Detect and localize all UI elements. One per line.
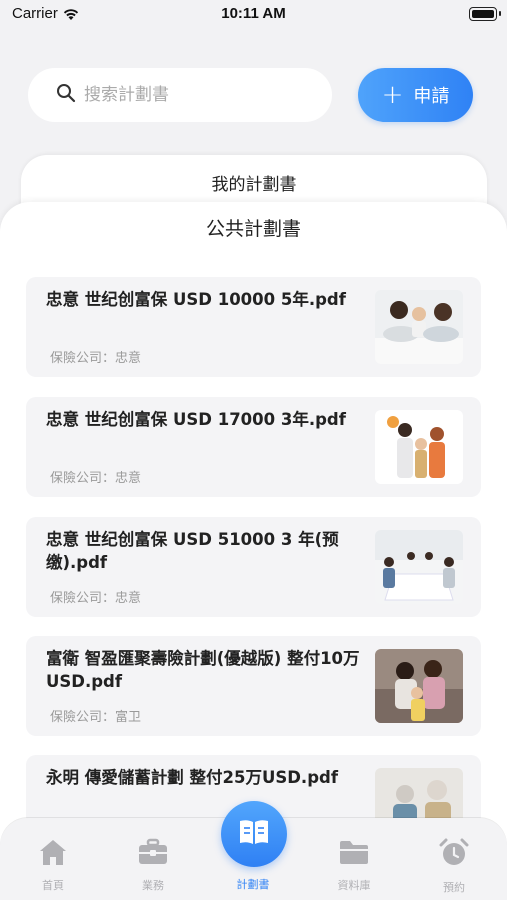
plans-center-button[interactable] <box>221 801 287 867</box>
family-standing-photo <box>375 410 463 484</box>
plan-company: 保險公司：忠意 <box>50 471 142 486</box>
tab-plans[interactable]: 計劃書 <box>213 876 293 892</box>
plan-company: 保險公司：忠意 <box>50 591 142 606</box>
tab-database-label: 資料庫 <box>337 879 371 892</box>
plus-icon: + <box>381 80 404 110</box>
apply-button[interactable]: + 申請 <box>358 68 473 122</box>
tab-business-label: 業務 <box>142 879 164 892</box>
tab-plans-label: 計劃書 <box>236 878 270 891</box>
plan-card[interactable]: 忠意 世纪创富保 USD 17000 3年.pdf 保險公司：忠意 <box>26 397 481 497</box>
plan-title: 富衛 智盈匯聚壽險計劃(優越版) 整付10万USD.pdf <box>46 649 360 691</box>
tab-home-label: 首頁 <box>42 879 64 892</box>
alarm-clock-icon <box>438 838 470 871</box>
briefcase-icon <box>137 838 169 869</box>
tab-public-plans-label[interactable]: 公共計劃書 <box>0 202 507 241</box>
public-plans-sheet: 公共計劃書 忠意 世纪创富保 USD 10000 5年.pdf 保險公司：忠意 … <box>0 202 507 900</box>
plan-title: 忠意 世纪创富保 USD 10000 5年.pdf <box>46 290 346 309</box>
plan-title: 忠意 世纪创富保 USD 51000 3 年(预缴).pdf <box>46 530 339 572</box>
plan-title: 永明 傳愛儲蓄計劃 整付25万USD.pdf <box>46 768 338 787</box>
plan-company: 保險公司：忠意 <box>50 351 142 366</box>
folder-icon <box>338 841 370 869</box>
apply-button-label: 申請 <box>413 86 450 107</box>
status-bar: Carrier 10:11 AM <box>0 0 507 30</box>
family-sofa-photo <box>375 649 463 723</box>
tab-home[interactable]: 首頁 <box>13 838 93 893</box>
meeting-room-photo <box>375 530 463 604</box>
search-bar[interactable] <box>28 68 332 122</box>
clock-time: 10:11 AM <box>221 5 286 22</box>
family-lying-photo <box>375 290 463 364</box>
plan-card[interactable]: 忠意 世纪创富保 USD 51000 3 年(预缴).pdf 保險公司：忠意 <box>26 517 481 617</box>
home-icon <box>38 840 68 869</box>
plan-title: 忠意 世纪创富保 USD 17000 3年.pdf <box>46 410 346 429</box>
search-input[interactable] <box>84 85 304 105</box>
tab-my-plans-label: 我的計劃書 <box>211 175 297 195</box>
book-icon <box>237 818 271 850</box>
plan-card[interactable]: 忠意 世纪创富保 USD 10000 5年.pdf 保險公司：忠意 <box>26 277 481 377</box>
tab-appointment-label: 預約 <box>443 881 465 894</box>
plan-company: 保險公司：富卫 <box>50 710 142 725</box>
tab-database[interactable]: 資料庫 <box>314 838 394 893</box>
search-icon <box>56 83 76 107</box>
tab-business[interactable]: 業務 <box>113 838 193 893</box>
plan-card[interactable]: 富衛 智盈匯聚壽險計劃(優越版) 整付10万USD.pdf 保險公司：富卫 <box>26 636 481 736</box>
battery-icon <box>469 7 501 21</box>
tab-appointment[interactable]: 預約 <box>414 838 494 895</box>
